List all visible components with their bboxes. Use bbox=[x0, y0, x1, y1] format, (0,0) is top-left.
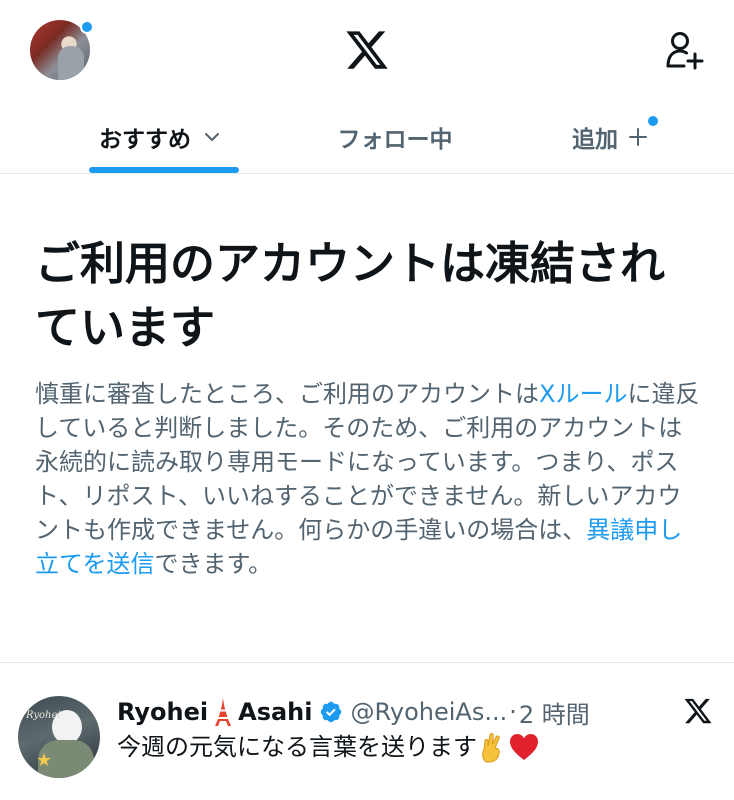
tab-label: おすすめ bbox=[99, 126, 191, 153]
divider bbox=[0, 662, 734, 663]
post-author-avatar[interactable]: Ryohei ★ bbox=[18, 696, 100, 778]
notice-body: 慎重に審査したところ、ご利用のアカウントはXルールに違反していると判断しました。… bbox=[35, 377, 700, 581]
red-heart-emoji bbox=[510, 734, 538, 760]
notice-text: 慎重に審査したところ、ご利用のアカウントは bbox=[35, 380, 539, 408]
tab-add[interactable]: 追加 bbox=[510, 100, 710, 173]
top-header bbox=[0, 0, 734, 100]
x-logo-icon bbox=[684, 698, 712, 724]
avatar-script-text: Ryohei bbox=[26, 710, 61, 721]
suspension-notice: ご利用のアカウントは凍結されています 慎重に審査したところ、ご利用のアカウントは… bbox=[35, 232, 700, 581]
post-text[interactable]: 今週の元気になる言葉を送ります bbox=[117, 729, 539, 765]
notice-title: ご利用のアカウントは凍結されています bbox=[35, 237, 666, 354]
avatar-star: ★ bbox=[36, 750, 53, 771]
tab-label: フォロー中 bbox=[337, 126, 453, 153]
post-header: Ryohei Asahi @RyoheiAs... · 2 時間 bbox=[117, 692, 590, 732]
x-rules-link[interactable]: Xルール bbox=[539, 380, 627, 408]
post-body: 今週の元気になる言葉を送ります bbox=[117, 733, 477, 761]
separator: · bbox=[509, 698, 517, 726]
notice-text: できます。 bbox=[154, 550, 273, 578]
tab-recommended[interactable]: おすすめ bbox=[40, 100, 280, 173]
profile-avatar[interactable] bbox=[30, 20, 94, 80]
tokyo-tower-emoji bbox=[215, 698, 232, 726]
timeline-tabs: おすすめ フォロー中 追加 bbox=[0, 100, 734, 174]
post-timestamp[interactable]: 2 時間 bbox=[519, 695, 590, 730]
author-name-first[interactable]: Ryohei bbox=[117, 698, 208, 726]
tab-notification-dot bbox=[646, 114, 660, 128]
chevron-down-icon bbox=[205, 132, 219, 141]
crossed-fingers-emoji bbox=[482, 733, 500, 763]
tab-label: 追加 bbox=[572, 126, 618, 153]
add-user-icon[interactable] bbox=[664, 30, 706, 72]
verified-badge-icon bbox=[320, 701, 341, 723]
author-handle[interactable]: @RyoheiAs... bbox=[351, 698, 508, 726]
plus-icon bbox=[629, 127, 647, 146]
notification-dot bbox=[80, 20, 94, 34]
active-tab-indicator bbox=[89, 167, 239, 173]
x-logo-icon[interactable] bbox=[344, 27, 390, 73]
author-name-last[interactable]: Asahi bbox=[238, 698, 312, 726]
tab-following[interactable]: フォロー中 bbox=[280, 100, 510, 173]
